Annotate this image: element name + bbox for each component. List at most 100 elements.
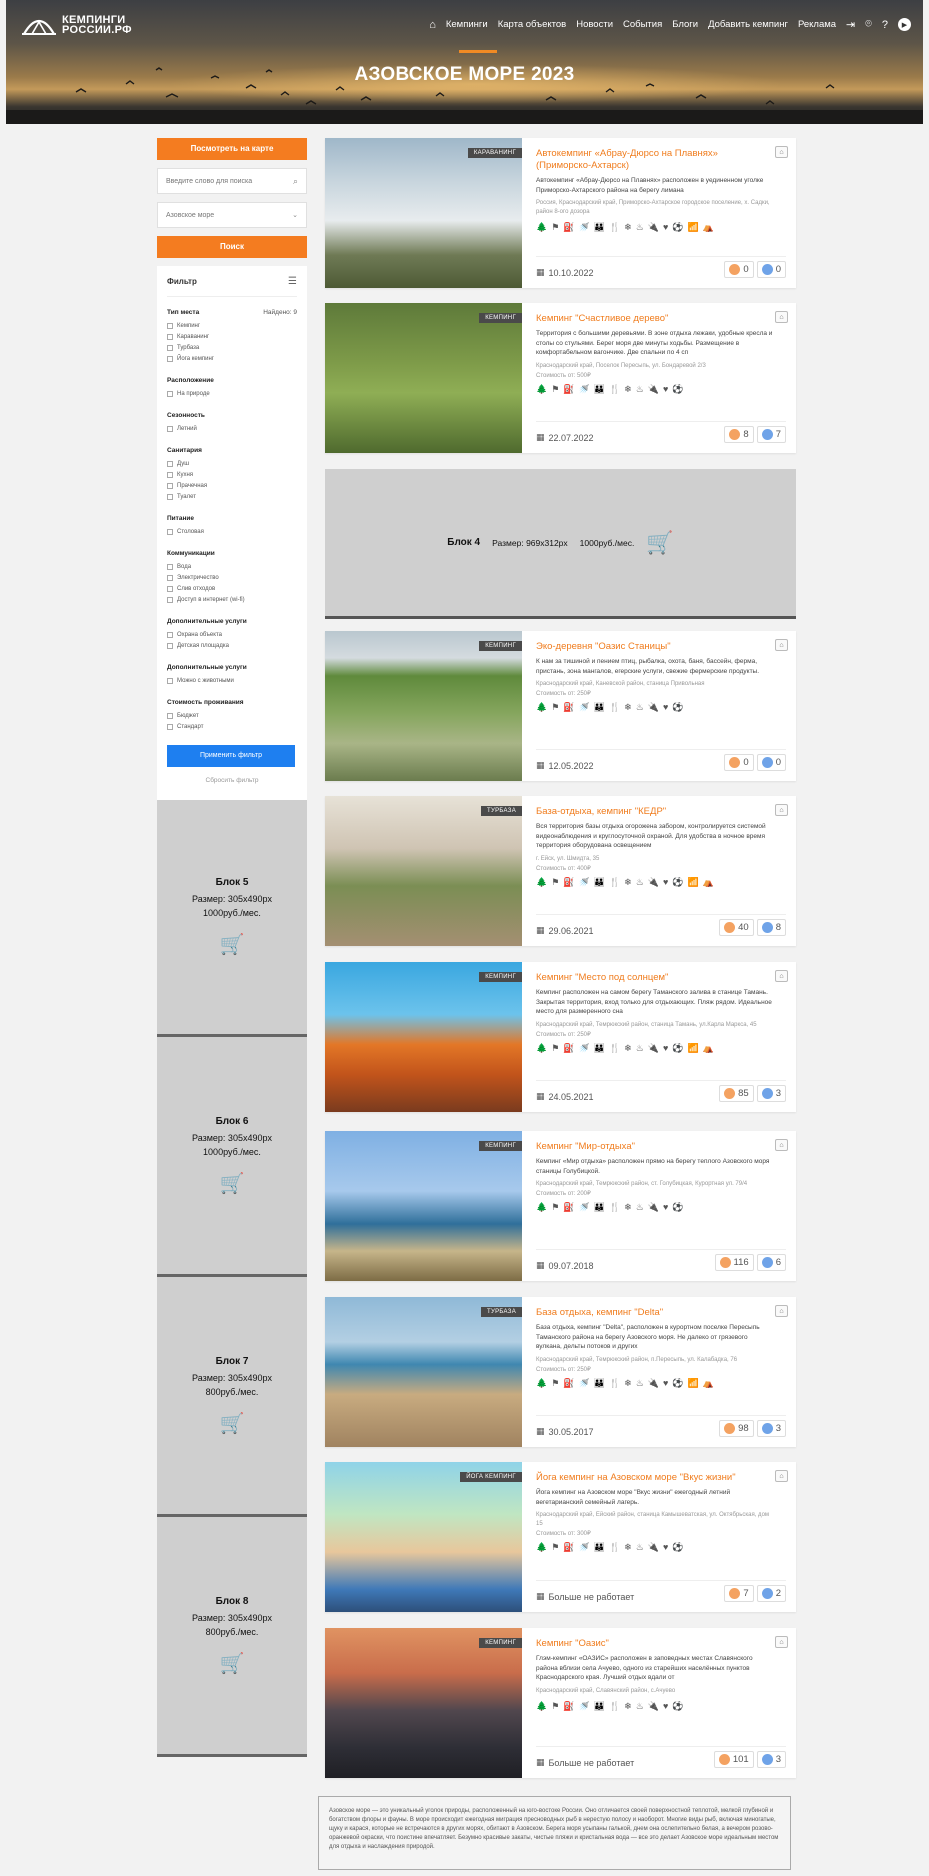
search-icon[interactable]: ⌕ xyxy=(293,176,298,187)
reset-filter-link[interactable]: Сбросить фильтр xyxy=(167,777,297,784)
view-on-map-button[interactable]: Посмотреть на карте xyxy=(157,138,307,160)
listing-card[interactable]: ТУРБАЗА ⌂ База отдыха, кемпинг "Delta" База… xyxy=(325,1297,796,1447)
filter-option[interactable]: Летний xyxy=(167,423,297,434)
nav-add-camping[interactable]: Добавить кемпинг xyxy=(708,19,788,30)
filter-option[interactable]: Электричество xyxy=(167,572,297,583)
ad-block-8[interactable]: Блок 8 Размер: 305x490px 800руб./мес. 🛒 xyxy=(157,1517,307,1757)
checkbox[interactable] xyxy=(167,493,173,500)
checkbox[interactable] xyxy=(167,471,173,478)
likes-counter[interactable]: 116 xyxy=(714,1254,754,1271)
checkbox[interactable] xyxy=(167,642,173,649)
listing-photo[interactable]: КЕМПИНГ xyxy=(325,1628,522,1778)
checkbox[interactable] xyxy=(167,425,173,432)
comments-counter[interactable]: 3 xyxy=(756,1420,786,1437)
nav-map[interactable]: Карта объектов xyxy=(498,19,567,30)
listing-title[interactable]: Эко-деревня "Оазис Станицы" xyxy=(536,641,756,653)
nav-ads[interactable]: Реклама xyxy=(798,19,836,30)
listing-card[interactable]: КЕМПИНГ ⌂ Кемпинг "Оазис" Глэм-кемпинг «ОАЗ… xyxy=(325,1628,796,1778)
likes-counter[interactable]: 8 xyxy=(724,426,754,443)
ad-block-4[interactable]: Блок 4 Размер: 969x312px 1000руб./мес. 🛒 xyxy=(325,469,796,619)
filter-option[interactable]: Прачечная xyxy=(167,480,297,491)
likes-counter[interactable]: 0 xyxy=(724,261,754,278)
cart-icon[interactable]: 🛒 xyxy=(646,530,673,556)
comments-counter[interactable]: 2 xyxy=(756,1585,786,1602)
listing-card[interactable]: КАРАВАНИНГ ⌂ Автокемпинг «Абрау-Дюрсо на П… xyxy=(325,138,796,288)
help-icon[interactable]: ? xyxy=(882,19,888,31)
checkbox[interactable] xyxy=(167,574,173,581)
cart-icon[interactable]: 🛒 xyxy=(220,1411,245,1436)
nav-blogs[interactable]: Блоги xyxy=(672,19,698,30)
listing-card[interactable]: ТУРБАЗА ⌂ База-отдыха, кемпинг "КЕДР" Вся т… xyxy=(325,796,796,946)
listing-photo[interactable]: КЕМПИНГ xyxy=(325,303,522,453)
listing-title[interactable]: База-отдыха, кемпинг "КЕДР" xyxy=(536,806,756,818)
listing-title[interactable]: Кемпинг "Оазис" xyxy=(536,1638,756,1650)
filter-option[interactable]: Йога кемпинг xyxy=(167,353,297,364)
listing-card[interactable]: ЙОГА КЕМПИНГ ⌂ Йога кемпинг на Азовском мо… xyxy=(325,1462,796,1612)
checkbox[interactable] xyxy=(167,390,173,397)
cart-icon[interactable]: 🛒 xyxy=(220,1651,245,1676)
filter-option[interactable]: Доступ в интернет (wi-fi) xyxy=(167,594,297,605)
checkbox[interactable] xyxy=(167,712,173,719)
home-icon[interactable]: ⌂ xyxy=(429,19,436,31)
listing-card[interactable]: КЕМПИНГ ⌂ Кемпинг "Счастливое дерево" Терри… xyxy=(325,303,796,453)
checkbox[interactable] xyxy=(167,677,173,684)
checkbox[interactable] xyxy=(167,631,173,638)
filter-option[interactable]: Туалет xyxy=(167,491,297,502)
sliders-icon[interactable]: ☰ xyxy=(288,276,297,287)
cart-icon[interactable]: 🛒 xyxy=(220,932,245,957)
likes-counter[interactable]: 0 xyxy=(724,754,754,771)
checkbox[interactable] xyxy=(167,596,173,603)
listing-photo[interactable]: КЕМПИНГ xyxy=(325,1131,522,1281)
checkbox[interactable] xyxy=(167,460,173,467)
listing-title[interactable]: Йога кемпинг на Азовском море "Вкус жизн… xyxy=(536,1472,756,1484)
likes-counter[interactable]: 7 xyxy=(724,1585,754,1602)
comments-counter[interactable]: 7 xyxy=(756,426,786,443)
filter-option[interactable]: Стандарт xyxy=(167,721,297,732)
listing-card[interactable]: КЕМПИНГ ⌂ Эко-деревня "Оазис Станицы" К нам… xyxy=(325,631,796,781)
filter-option[interactable]: Слив отходов xyxy=(167,583,297,594)
filter-option[interactable]: Детская площадка xyxy=(167,640,297,651)
listing-photo[interactable]: КЕМПИНГ xyxy=(325,631,522,781)
nav-campings[interactable]: Кемпинги xyxy=(446,19,488,30)
filter-option[interactable]: Караванинг xyxy=(167,331,297,342)
comments-counter[interactable]: 3 xyxy=(756,1751,786,1768)
filter-option[interactable]: На природе xyxy=(167,388,297,399)
likes-counter[interactable]: 85 xyxy=(719,1085,754,1102)
checkbox[interactable] xyxy=(167,585,173,592)
comments-counter[interactable]: 6 xyxy=(756,1254,786,1271)
filter-option[interactable]: Душ xyxy=(167,458,297,469)
listing-photo[interactable]: ТУРБАЗА xyxy=(325,796,522,946)
filter-option[interactable]: Турбаза xyxy=(167,342,297,353)
ad-block-5[interactable]: Блок 5 Размер: 305x490px 1000руб./мес. 🛒 xyxy=(157,800,307,1037)
checkbox[interactable] xyxy=(167,355,173,362)
listing-photo[interactable]: ЙОГА КЕМПИНГ xyxy=(325,1462,522,1612)
cart-icon[interactable]: 🛒 xyxy=(220,1171,245,1196)
listing-card[interactable]: КЕМПИНГ ⌂ Кемпинг "Место под солнцем" Кемпи… xyxy=(325,962,796,1112)
site-logo[interactable]: КЕМПИНГИ РОССИИ.РФ xyxy=(22,14,132,36)
filter-option[interactable]: Бюджет xyxy=(167,710,297,721)
checkbox[interactable] xyxy=(167,344,173,351)
listing-title[interactable]: Кемпинг "Мир-отдыха" xyxy=(536,1141,756,1153)
apply-filter-button[interactable]: Применить фильтр xyxy=(167,745,295,767)
ad-block-6[interactable]: Блок 6 Размер: 305x490px 1000руб./мес. 🛒 xyxy=(157,1037,307,1277)
region-select[interactable]: Азовское море ⌄ xyxy=(157,202,307,228)
listing-title[interactable]: Кемпинг "Счастливое дерево" xyxy=(536,313,756,325)
checkbox[interactable] xyxy=(167,333,173,340)
listing-card[interactable]: КЕМПИНГ ⌂ Кемпинг "Мир-отдыха" Кемпинг «Мир… xyxy=(325,1131,796,1281)
search-button[interactable]: Поиск xyxy=(157,236,307,258)
filter-option[interactable]: Вода xyxy=(167,561,297,572)
search-input[interactable] xyxy=(166,177,286,185)
checkbox[interactable] xyxy=(167,482,173,489)
comments-counter[interactable]: 0 xyxy=(756,754,786,771)
likes-counter[interactable]: 101 xyxy=(713,1751,754,1768)
checkbox[interactable] xyxy=(167,528,173,535)
listing-photo[interactable]: КЕМПИНГ xyxy=(325,962,522,1112)
checkbox[interactable] xyxy=(167,563,173,570)
listing-photo[interactable]: КАРАВАНИНГ xyxy=(325,138,522,288)
likes-counter[interactable]: 98 xyxy=(719,1420,754,1437)
filter-option[interactable]: Кухня xyxy=(167,469,297,480)
filter-option[interactable]: Столовая xyxy=(167,526,297,537)
login-icon[interactable]: ⇥ xyxy=(846,18,855,31)
nav-events[interactable]: События xyxy=(623,19,662,30)
listing-title[interactable]: База отдыха, кемпинг "Delta" xyxy=(536,1307,756,1319)
